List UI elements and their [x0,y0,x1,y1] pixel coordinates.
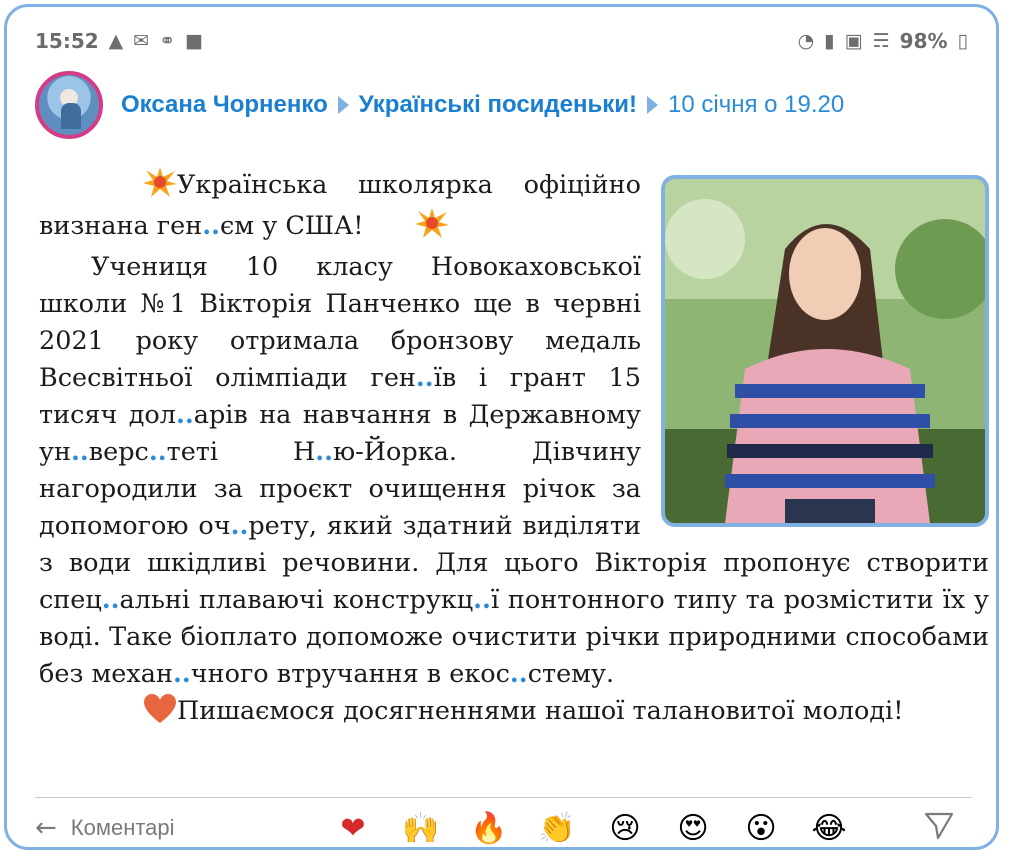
paragraph-text: чного втручання в екос [190,659,510,689]
reaction-bar: ❤ 🙌 🔥 👏 😢 😍 😮 😂 [335,810,847,846]
missing-letter-dots: .. [71,437,89,467]
avatar[interactable] [35,71,103,139]
triangle-icon [337,96,349,114]
heart-eyes-reaction-icon[interactable]: 😍 [675,810,711,846]
post-date[interactable]: 10 січня о 19.20 [668,91,844,119]
paragraph-text: теті Н [166,437,316,467]
clap-reaction-icon[interactable]: 👏 [538,810,575,846]
missing-letter-dots: .. [509,659,528,689]
arrow-left-icon: ← [35,813,57,843]
post-footer: ← Коментарі ❤ 🙌 🔥 👏 😢 😍 😮 😂 [35,797,972,847]
wifi-icon: ☴ [872,30,890,52]
paragraph-text: верс [88,437,149,467]
heart-reaction-icon[interactable]: ❤ [335,810,371,846]
paragraph-text: стему. [527,659,615,689]
heart-icon [91,693,177,736]
author-name[interactable]: Оксана Чорненко [121,91,328,119]
status-time: 15:52 [35,29,99,53]
battery-icon: ▯ [957,30,968,52]
image-icon: ▣ [844,30,863,52]
missing-letter-dots: .. [172,659,191,689]
missing-letter-dots: .. [315,437,333,467]
post-body: Українська школярка офіцій­но визнана ге… [39,167,989,736]
signal-icon: ▮ [824,30,835,52]
battery-percent: 98% [899,29,948,53]
missing-letter-dots: .. [230,511,249,541]
missing-letter-dots: .. [148,437,167,467]
missing-letter-dots: .. [175,400,194,430]
missing-letter-dots: .. [473,585,491,615]
paragraph-text: альні плаваючі конструкц [119,585,474,615]
post-closing: Пишаємося досягненнями нашої талановитої… [39,693,989,736]
crying-face-reaction-icon[interactable]: 😢 [607,810,643,846]
accessibility-icon: ▲ [108,30,124,52]
status-bar: 15:52 ▲ ✉ ⚭ ■ ◔ ▮ ▣ ☴ 98% ▯ [35,25,968,57]
group-name[interactable]: Українські посиденьки! [359,91,637,119]
burst-icon [363,208,450,249]
burst-icon [91,167,177,208]
send-icon[interactable] [924,811,954,846]
girl-photo-illustration [665,179,985,523]
post-header: Оксана Чорненко Українські посиденьки! 1… [35,69,976,141]
comments-label: Коментарі [70,815,175,840]
globe-icon: ⚭ [159,30,176,52]
missing-letter-dots: .. [415,363,434,393]
missing-letter-dots: .. [101,585,120,615]
fire-reaction-icon[interactable]: 🔥 [470,810,507,846]
mail-icon: ✉ [133,30,150,52]
surprised-face-reaction-icon[interactable]: 😮 [743,810,779,846]
headphones-icon: ◔ [797,30,815,52]
laughing-face-reaction-icon[interactable]: 😂 [811,810,847,846]
post-photo[interactable] [661,175,989,527]
triangle-icon [647,96,659,114]
comments-button[interactable]: ← Коментарі [35,813,335,843]
post-card: 15:52 ▲ ✉ ⚭ ■ ◔ ▮ ▣ ☴ 98% ▯ Оксана Чорне… [4,4,999,850]
raised-hands-reaction-icon[interactable]: 🙌 [402,810,439,846]
chat-icon: ■ [185,30,204,52]
